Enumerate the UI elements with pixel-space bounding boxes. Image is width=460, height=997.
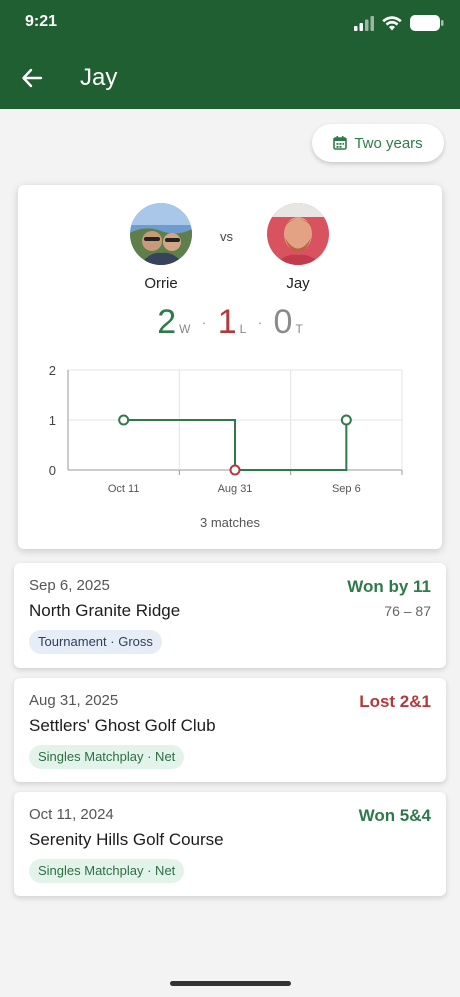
- ties-count: 0: [273, 303, 293, 341]
- match-result: Won 5&4: [358, 806, 431, 825]
- page-title: Jay: [80, 64, 118, 91]
- calendar-icon: [333, 136, 348, 150]
- record-separator: ·: [257, 315, 263, 330]
- chart-y-tick-label: 1: [49, 413, 56, 428]
- avatar-right: [267, 203, 329, 265]
- back-button[interactable]: [14, 60, 50, 96]
- matches-count: 3 matches: [200, 515, 260, 530]
- chart-x-tick-label: Aug 31: [218, 483, 253, 495]
- losses-count: 1: [217, 303, 237, 341]
- right-player-name: Jay: [286, 275, 310, 292]
- match-score: 76 – 87: [384, 603, 431, 619]
- match-format-tag: Tournament · Gross: [29, 630, 162, 654]
- date-range-button[interactable]: Two years: [312, 124, 444, 162]
- record-separator: ·: [201, 315, 207, 330]
- match-course: Serenity Hills Golf Course: [29, 830, 224, 849]
- chart-point: [229, 464, 241, 476]
- signal-icon: [354, 15, 374, 31]
- wins-count: 2: [157, 303, 177, 341]
- versus-label: vs: [220, 229, 233, 244]
- match-card[interactable]: Aug 31, 2025 Settlers' Ghost Golf Club Los…: [14, 678, 446, 782]
- wins-label: W: [179, 322, 191, 336]
- battery-icon: [410, 15, 444, 31]
- status-time: 9:21: [25, 13, 58, 30]
- date-range-label: Two years: [354, 134, 423, 152]
- match-format-tag: Singles Matchplay · Net: [29, 859, 185, 883]
- left-player-name: Orrie: [144, 275, 178, 292]
- chart-point: [118, 414, 130, 426]
- match-card[interactable]: Oct 11, 2024 Serenity Hills Golf Course Wo…: [14, 792, 446, 896]
- match-history-chart: 0 1 2 Oct 11 Aug 31 Sep 6: [49, 363, 403, 495]
- chart-x-tick-label: Sep 6: [332, 483, 361, 495]
- status-bar: 9:21: [0, 0, 460, 44]
- avatar-left: [130, 203, 192, 265]
- home-indicator[interactable]: [170, 981, 291, 986]
- match-date: Aug 31, 2025: [29, 692, 119, 709]
- match-course: Settlers' Ghost Golf Club: [29, 716, 216, 735]
- match-date: Sep 6, 2025: [29, 577, 110, 594]
- match-result: Lost 2&1: [359, 692, 431, 711]
- chart-point: [340, 414, 352, 426]
- chart-y-tick-label: 2: [49, 363, 56, 378]
- arrow-left-icon: [22, 68, 43, 88]
- avatar-photo-left: [130, 203, 192, 265]
- match-date: Oct 11, 2024: [29, 806, 114, 823]
- match-course: North Granite Ridge: [29, 601, 181, 620]
- chart-series-line: [123, 419, 348, 471]
- match-format-tag: Singles Matchplay · Net: [29, 745, 185, 769]
- losses-label: L: [239, 322, 247, 336]
- app-bar: Jay: [0, 50, 460, 106]
- head-to-head-card: vs Orrie Jay 2W · 1L · 0T 0 1 2 Oct 11 Aug 3…: [18, 185, 442, 549]
- avatar-photo-right: [267, 203, 329, 265]
- match-card[interactable]: Sep 6, 2025 North Granite Ridge Won by 11 7…: [14, 563, 446, 668]
- chart-y-tick-label: 0: [49, 463, 56, 478]
- match-result: Won by 11: [347, 577, 431, 596]
- wifi-icon: [382, 15, 402, 30]
- status-icons: [354, 12, 444, 34]
- ties-label: T: [295, 322, 303, 336]
- app-header: 9:21 Jay: [0, 0, 460, 109]
- win-loss-record: 2W · 1L · 0T: [18, 303, 442, 347]
- chart-x-tick-label: Oct 11: [108, 483, 140, 495]
